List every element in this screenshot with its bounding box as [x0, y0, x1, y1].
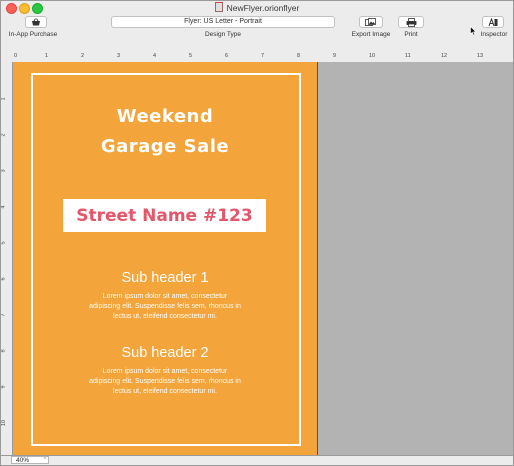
ruler-label: 4	[0, 205, 7, 209]
ruler-label: 11	[405, 53, 411, 59]
window-title: NewFlyer.orionflyer	[1, 2, 513, 13]
in-app-purchase-button[interactable]	[25, 16, 47, 28]
flyer-page[interactable]: Weekend Garage Sale Street Name #123 Sub…	[13, 62, 318, 458]
inspector-icon	[488, 17, 498, 26]
ruler-label: 7	[0, 313, 7, 317]
ruler-label: 6	[225, 53, 229, 59]
app-window: NewFlyer.orionflyer In-App Purchase Flye…	[0, 0, 514, 466]
status-bar: 40% ⌃	[1, 455, 513, 465]
vertical-ruler: 1 2 3 4 5 6 7 8 9 10	[1, 62, 13, 457]
title-bar: NewFlyer.orionflyer	[1, 1, 513, 15]
ruler-label: 12	[441, 53, 448, 59]
zoom-value: 40%	[16, 457, 30, 464]
ruler-label: 9	[333, 53, 337, 59]
street-name-text[interactable]: Street Name #123	[76, 206, 252, 226]
street-name-box[interactable]: Street Name #123	[63, 199, 266, 232]
toolbar: In-App Purchase Flyer: US Letter - Portr…	[1, 15, 513, 41]
printer-icon	[406, 17, 416, 27]
ruler-label: 2	[0, 133, 7, 137]
sub-header-2[interactable]: Sub header 2	[13, 345, 317, 361]
ruler-label: 10	[369, 53, 376, 59]
ruler-label: 2	[81, 53, 85, 59]
ruler-label: 5	[189, 53, 193, 59]
design-type-label: Design Type	[204, 31, 241, 38]
ruler-label: 3	[117, 53, 121, 59]
print-label: Print	[404, 31, 418, 38]
body-text-2[interactable]: Lorem ipsum dolor sit amet, consectetur …	[89, 367, 241, 397]
design-canvas[interactable]: Weekend Garage Sale Street Name #123 Sub…	[13, 62, 513, 458]
window-title-text: NewFlyer.orionflyer	[226, 3, 300, 13]
ruler-label: 8	[297, 53, 301, 59]
ruler-label: 1	[0, 97, 7, 101]
ruler-label: 13	[477, 53, 484, 59]
body-text-1[interactable]: Lorem ipsum dolor sit amet, consectetur …	[89, 292, 241, 322]
ruler-label: 5	[0, 241, 7, 245]
ruler-label: 10	[1, 419, 8, 427]
inspector-label: Inspector	[480, 31, 508, 38]
in-app-purchase-label: In-App Purchase	[8, 31, 58, 38]
ruler-label: 8	[0, 349, 7, 353]
chevron-updown-icon[interactable]: ⌃	[43, 457, 47, 464]
design-type-select[interactable]: Flyer: US Letter - Portrait	[111, 16, 335, 28]
ruler-label: 4	[153, 53, 157, 59]
export-image-button[interactable]	[359, 16, 383, 28]
ruler-label: 3	[0, 169, 7, 173]
ruler-label: 1	[45, 53, 49, 59]
flyer-headline-line1[interactable]: Weekend	[13, 106, 317, 127]
zoom-stepper[interactable]: 40% ⌃	[11, 456, 49, 464]
ruler-label: 6	[0, 277, 7, 281]
inspector-button[interactable]	[482, 16, 504, 28]
print-button[interactable]	[398, 16, 424, 28]
document-icon	[214, 2, 223, 12]
ruler-label: 7	[261, 53, 265, 59]
basket-icon	[32, 18, 40, 26]
mouse-cursor-icon	[470, 26, 477, 36]
export-image-label: Export Image	[351, 31, 391, 38]
ruler-label: 9	[0, 385, 7, 389]
export-image-icon	[365, 18, 376, 26]
sub-header-1[interactable]: Sub header 1	[13, 270, 317, 286]
flyer-headline-line2[interactable]: Garage Sale	[13, 136, 317, 157]
ruler-label: 0	[14, 53, 18, 59]
